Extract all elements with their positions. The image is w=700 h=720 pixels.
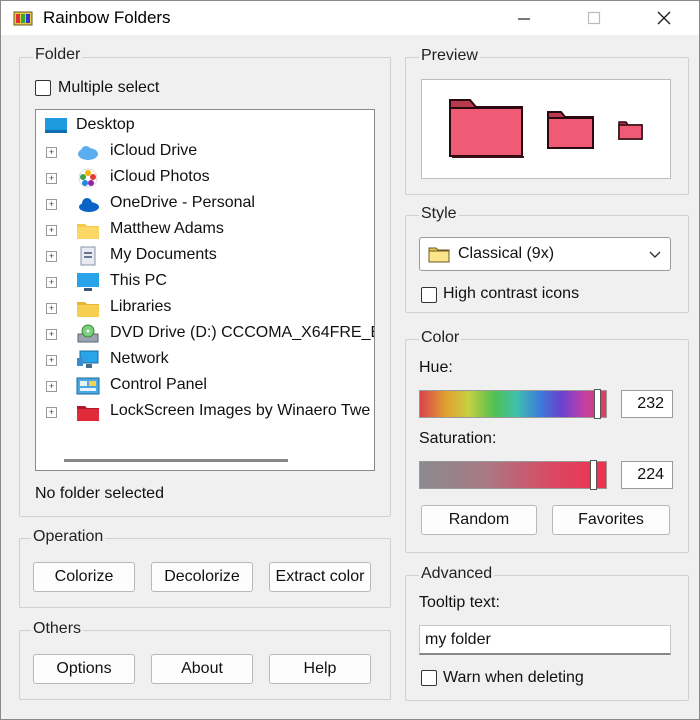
preview-group-label: Preview (419, 47, 480, 65)
maximize-button[interactable] (571, 1, 617, 35)
expand-icon[interactable]: + (46, 251, 57, 262)
maximize-icon (587, 11, 601, 25)
hue-slider[interactable] (419, 389, 607, 419)
folder-status-text: No folder selected (35, 485, 164, 502)
minimize-button[interactable] (501, 1, 547, 35)
tree-item-label: This PC (110, 272, 167, 289)
app-icon (13, 11, 33, 26)
multiple-select-label: Multiple select (58, 79, 160, 96)
advanced-group-label: Advanced (419, 565, 495, 583)
tree-item[interactable]: + Control Panel (36, 374, 374, 398)
decolorize-button[interactable]: Decolorize (151, 562, 253, 592)
tree-item-label: DVD Drive (D:) CCCOMA_X64FRE_E (110, 324, 375, 341)
tree-item[interactable]: + OneDrive - Personal (36, 192, 374, 216)
saturation-label: Saturation: (419, 430, 497, 447)
multiple-select-checkbox[interactable] (35, 80, 51, 96)
saturation-slider[interactable] (419, 460, 607, 490)
hue-label: Hue: (419, 359, 453, 376)
expand-icon[interactable]: + (46, 303, 57, 314)
expand-icon[interactable]: + (46, 147, 57, 158)
operation-group-label: Operation (31, 528, 106, 546)
tree-root-label: Desktop (76, 116, 135, 133)
high-contrast-checkbox[interactable] (421, 287, 437, 303)
network-icon (77, 350, 99, 368)
user-folder-icon (77, 224, 99, 239)
extract-color-button[interactable]: Extract color (269, 562, 371, 592)
tree-item-label: LockScreen Images by Winaero Twe (110, 402, 371, 419)
tree-item-label: iCloud Drive (110, 142, 198, 159)
warn-delete-checkbox[interactable] (421, 670, 437, 686)
tree-root-desktop[interactable]: Desktop (36, 114, 374, 138)
about-button[interactable]: About (151, 654, 253, 684)
options-button[interactable]: Options (33, 654, 135, 684)
favorites-button[interactable]: Favorites (552, 505, 670, 535)
folder-preview-medium-icon (547, 111, 594, 149)
tree-item-label: My Documents (110, 246, 217, 263)
tooltip-text-input[interactable]: my folder (419, 625, 671, 655)
tree-item[interactable]: + Libraries (36, 296, 374, 320)
expand-icon[interactable]: + (46, 355, 57, 366)
libraries-icon (77, 302, 99, 317)
tree-item-label: OneDrive - Personal (110, 194, 255, 211)
folder-tree[interactable]: Desktop + iCloud Drive + iCloud Photos +… (35, 109, 375, 471)
color-group-label: Color (419, 329, 462, 347)
style-selected-value: Classical (9x) (458, 245, 555, 262)
high-contrast-label: High contrast icons (443, 285, 580, 302)
style-group-label: Style (419, 205, 459, 223)
control-panel-icon (76, 377, 100, 395)
window-title: Rainbow Folders (43, 8, 171, 27)
chevron-down-icon (649, 251, 661, 258)
expand-icon[interactable]: + (46, 329, 57, 340)
tree-item[interactable]: + Network (36, 348, 374, 372)
warn-delete-label: Warn when deleting (443, 669, 584, 686)
minimize-icon (518, 18, 530, 20)
tree-item[interactable]: + Matthew Adams (36, 218, 374, 242)
tooltip-text-label: Tooltip text: (419, 594, 500, 611)
tree-item[interactable]: + iCloud Drive (36, 140, 374, 164)
expand-icon[interactable]: + (46, 381, 57, 392)
folder-icon (428, 247, 450, 263)
tree-item-label: Control Panel (110, 376, 207, 393)
tree-item[interactable]: + iCloud Photos (36, 166, 374, 190)
close-button[interactable] (641, 1, 687, 35)
close-icon (657, 11, 671, 25)
tree-item-label: Libraries (110, 298, 172, 315)
help-button[interactable]: Help (269, 654, 371, 684)
hue-value-field[interactable]: 232 (621, 390, 673, 418)
others-group-label: Others (31, 620, 84, 638)
tree-item-label: Matthew Adams (110, 220, 224, 237)
tree-item[interactable]: + My Documents (36, 244, 374, 268)
folder-preview-small-icon (618, 121, 643, 140)
expand-icon[interactable]: + (46, 173, 57, 184)
style-dropdown[interactable]: Classical (9x) (419, 237, 671, 271)
expand-icon[interactable]: + (46, 277, 57, 288)
folder-preview (421, 79, 671, 179)
icloud-drive-icon (78, 146, 98, 160)
saturation-slider-thumb[interactable] (590, 460, 597, 490)
rainbow-folders-window: Rainbow Folders Folder Multiple select D… (0, 0, 700, 720)
documents-icon (80, 246, 96, 266)
folder-preview-large-icon (449, 99, 524, 158)
tree-item[interactable]: + LockScreen Images by Winaero Twe (36, 400, 374, 424)
onedrive-icon (79, 198, 99, 212)
tree-item-label: iCloud Photos (110, 168, 210, 185)
expand-icon[interactable]: + (46, 225, 57, 236)
desktop-icon (45, 118, 67, 133)
red-folder-icon (77, 406, 99, 421)
tree-item[interactable]: + This PC (36, 270, 374, 294)
saturation-value-field[interactable]: 224 (621, 461, 673, 489)
icloud-photos-icon (78, 168, 98, 188)
tree-horizontal-scrollbar[interactable] (64, 459, 288, 462)
tree-item[interactable]: + DVD Drive (D:) CCCOMA_X64FRE_E (36, 322, 375, 346)
expand-icon[interactable]: + (46, 199, 57, 210)
tree-item-label: Network (110, 350, 169, 367)
pc-icon (77, 273, 99, 291)
folder-group-label: Folder (33, 46, 83, 64)
colorize-button[interactable]: Colorize (33, 562, 135, 592)
hue-slider-thumb[interactable] (594, 389, 601, 419)
random-button[interactable]: Random (421, 505, 537, 535)
expand-icon[interactable]: + (46, 407, 57, 418)
title-bar: Rainbow Folders (1, 1, 699, 35)
dvd-drive-icon (77, 324, 99, 343)
